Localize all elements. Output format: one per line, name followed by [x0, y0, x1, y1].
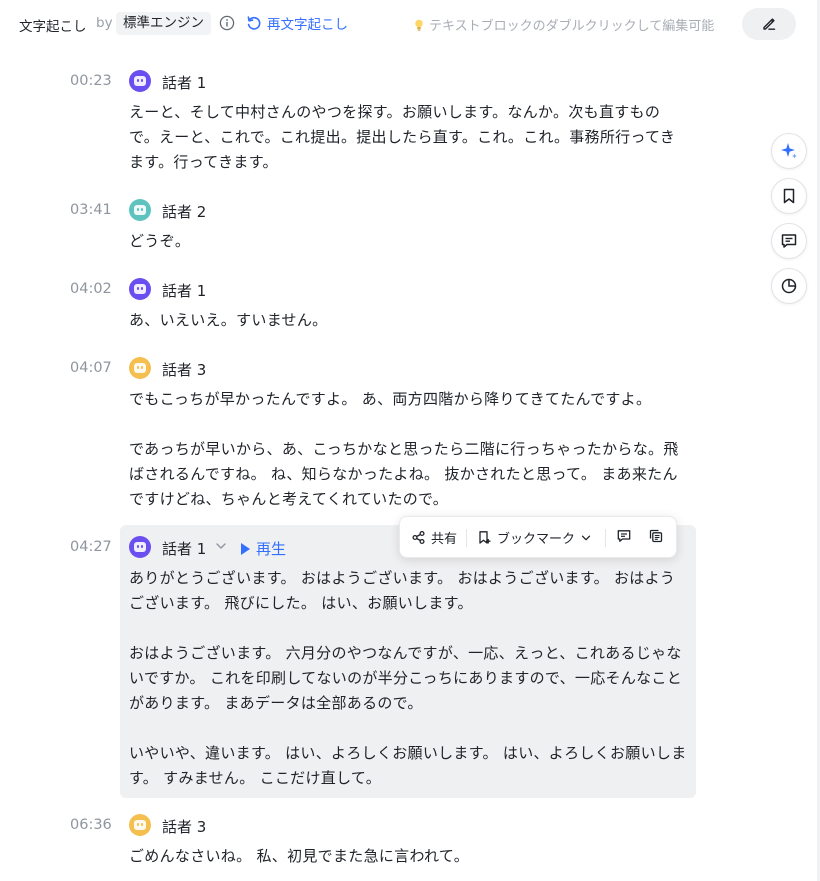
pencil-icon [763, 18, 776, 30]
play-label: 再生 [256, 540, 287, 558]
segment-text[interactable]: ありがとうございます。 おはようございます。 おはようございます。 おはようござ… [129, 566, 689, 791]
segment-timestamp[interactable]: 04:27 [70, 539, 112, 555]
segment-paragraph: でもこっちが早かったんですよ。 あ、両方四階から降りてきてたんですよ。 [129, 390, 652, 408]
transcript-header: 文字起こし by 標準エンジン 再文字起こし テキストブロックのダブルクリックし… [0, 0, 820, 48]
sparkle-icon [781, 143, 797, 159]
segment-toolbar: 共有 ブックマーク [399, 516, 677, 558]
lightbulb-icon [415, 19, 423, 31]
chevron-down-icon[interactable] [214, 539, 228, 553]
comment-icon [781, 234, 797, 248]
speaker-name[interactable]: 話者 3 [162, 359, 206, 380]
toolbar-divider [466, 529, 467, 547]
speaker-avatar-icon [129, 357, 151, 379]
bookmark-add-icon [479, 531, 491, 544]
ai-assist-button[interactable] [771, 133, 807, 169]
segment-paragraph: ごめんなさいね。 私、初見でまた急に言われて。 [129, 847, 470, 865]
segment-paragraph: ありがとうございます。 おはようございます。 おはようございます。 おはようござ… [129, 569, 676, 612]
segment-paragraph: いやいや、違います。 はい、よろしくお願いします。 はい、よろしくお願いします。… [129, 744, 687, 787]
segment-text[interactable]: あ、いえいえ。すいません。 [129, 308, 689, 333]
edit-button[interactable] [742, 8, 796, 40]
transcript-title: 文字起こし [19, 19, 87, 35]
refresh-icon [247, 16, 261, 30]
edit-hint-text: テキストブロックのダブルクリックして編集可能 [429, 19, 715, 34]
bookmark-icon [783, 188, 795, 204]
segment-timestamp[interactable]: 03:41 [70, 202, 112, 218]
bookmark-dropdown[interactable]: ブックマーク [477, 528, 592, 547]
speaker-name[interactable]: 話者 3 [162, 816, 206, 837]
retranscribe-button[interactable]: 再文字起こし [245, 13, 348, 33]
pie-chart-icon [781, 278, 797, 294]
segment-paragraph: どうぞ。 [129, 232, 191, 250]
speaker-avatar-icon [129, 814, 151, 836]
segment-timestamp[interactable]: 00:23 [70, 73, 112, 89]
info-icon[interactable] [219, 15, 235, 31]
copy-button[interactable] [648, 528, 664, 544]
share-label: 共有 [431, 532, 458, 547]
segment-timestamp[interactable]: 06:36 [70, 817, 112, 833]
speaker-avatar-icon [129, 199, 151, 221]
speaker-name[interactable]: 話者 2 [162, 201, 206, 222]
segment-paragraph: であっちが早いから、あ、こっちかなと思ったら二階に行っちゃったからな。飛ばされる… [129, 440, 679, 508]
bookmark-label: ブックマーク [497, 532, 576, 547]
speaker-avatar-icon [129, 536, 151, 558]
edit-hint: テキストブロックのダブルクリックして編集可能 [412, 15, 714, 34]
comment-icon [617, 530, 631, 542]
share-icon [412, 530, 425, 545]
segment-text[interactable]: ごめんなさいね。 私、初見でまた急に言われて。 [129, 844, 689, 869]
segment-timestamp[interactable]: 04:02 [70, 281, 112, 297]
add-comment-button[interactable] [616, 528, 632, 544]
share-button[interactable]: 共有 [411, 528, 457, 547]
speaker-avatar-icon [129, 278, 151, 300]
play-icon [241, 542, 250, 555]
speaker-avatar-icon [129, 70, 151, 92]
segment-paragraph: おはようございます。 六月分のやつなんですが、一応、えっと、これあるじゃないです… [129, 644, 683, 712]
segment-timestamp[interactable]: 04:07 [70, 360, 112, 376]
segment-paragraph: えーと、そして中村さんのやつを探す。お願いします。なんか。次も直すもので。えーと… [129, 103, 676, 171]
comment-panel-button[interactable] [771, 223, 807, 259]
play-button[interactable]: 再生 [241, 538, 286, 559]
by-label: by [96, 15, 113, 31]
engine-badge[interactable]: 標準エンジン [116, 12, 211, 35]
retranscribe-label: 再文字起こし [267, 17, 348, 33]
speaker-name[interactable]: 話者 1 [162, 72, 206, 93]
chevron-down-icon [581, 535, 591, 540]
segment-text[interactable]: えーと、そして中村さんのやつを探す。お願いします。なんか。次も直すもので。えーと… [129, 100, 689, 175]
segment-paragraph: あ、いえいえ。すいません。 [129, 311, 328, 329]
bookmark-panel-button[interactable] [771, 178, 807, 214]
toolbar-divider [605, 529, 606, 547]
segment-text[interactable]: でもこっちが早かったんですよ。 あ、両方四階から降りてきてたんですよ。 であっち… [129, 387, 689, 512]
segment-text[interactable]: どうぞ。 [129, 229, 689, 254]
stats-panel-button[interactable] [771, 268, 807, 304]
copy-icon [649, 529, 663, 543]
speaker-name[interactable]: 話者 1 [162, 538, 206, 559]
speaker-name[interactable]: 話者 1 [162, 280, 206, 301]
